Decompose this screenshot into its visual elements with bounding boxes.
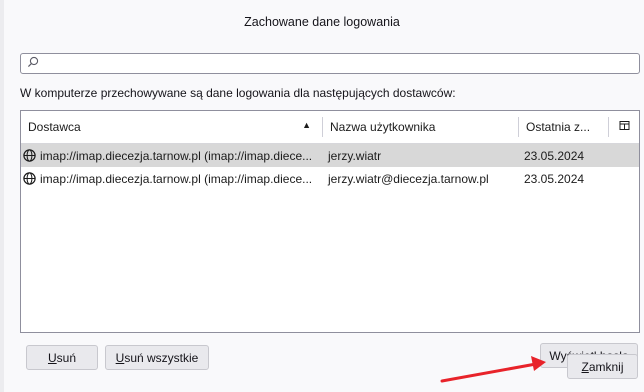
table-header: Dostawca ▲ Nazwa użytkownika Ostatnia z.… [21,111,639,144]
cell-provider: imap://imap.diecezja.tarnow.pl (imap://i… [21,149,323,163]
sort-ascending-icon: ▲ [302,120,311,130]
remove-button-label: suń [56,350,77,365]
cell-provider-text: imap://imap.diecezja.tarnow.pl (imap://i… [40,171,313,186]
globe-icon [23,149,36,162]
search-icon [27,56,39,71]
search-input[interactable] [45,53,639,74]
cell-user: jerzy.wiatr@diecezja.tarnow.pl [328,171,489,186]
globe-icon [23,172,36,185]
search-box[interactable] [20,53,640,74]
table-row[interactable]: imap://imap.diecezja.tarnow.pl (imap://i… [21,144,639,167]
close-button-accel: Z [581,359,589,374]
column-header-provider-label: Dostawca [28,120,81,134]
column-header-user[interactable]: Nazwa użytkownika [323,111,519,143]
cell-date: 23.05.2024 [524,148,585,163]
remove-button-accel: U [47,350,57,365]
table-row[interactable]: imap://imap.diecezja.tarnow.pl (imap://i… [21,167,639,190]
cell-date: 23.05.2024 [524,171,585,186]
close-button[interactable]: Zamknij [567,354,638,379]
logins-table[interactable]: Dostawca ▲ Nazwa użytkownika Ostatnia z.… [20,110,640,333]
column-header-date-label: Ostatnia z... [526,120,591,134]
column-picker-icon [619,120,630,134]
dialog-title: Zachowane dane logowania [0,0,644,44]
cell-provider: imap://imap.diecezja.tarnow.pl (imap://i… [21,172,323,186]
remove-all-button-accel: U [115,350,125,365]
dialog-title-text: Zachowane dane logowania [244,15,400,29]
column-header-date[interactable]: Ostatnia z... [519,111,609,143]
cell-user: jerzy.wiatr [328,148,382,163]
column-picker-button[interactable] [609,111,639,143]
remove-all-button[interactable]: Usuń wszystkie [105,345,209,370]
remove-button[interactable]: Usuń [26,345,98,370]
remove-all-button-label: suń wszystkie [124,350,199,365]
window-edge [0,0,4,392]
column-header-provider[interactable]: Dostawca ▲ [21,111,323,143]
cell-provider-text: imap://imap.diecezja.tarnow.pl (imap://i… [40,148,313,163]
saved-logins-dialog: Zachowane dane logowania W komputerze pr… [0,0,644,392]
column-header-user-label: Nazwa użytkownika [330,120,436,134]
intro-text: W komputerze przechowywane są dane logow… [20,86,456,100]
close-button-label: amknij [588,359,624,374]
